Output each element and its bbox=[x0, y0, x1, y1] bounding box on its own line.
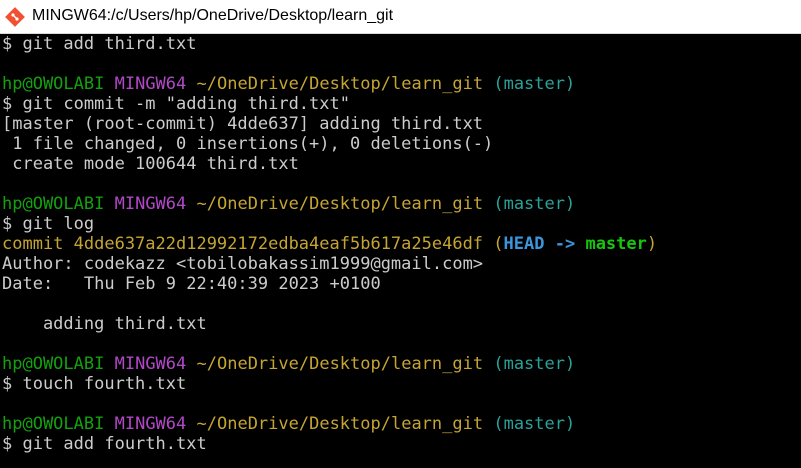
prompt-line: hp@OWOLABI MINGW64 ~/OneDrive/Desktop/le… bbox=[0, 354, 801, 374]
minimize-button[interactable] bbox=[771, 0, 801, 30]
window-title: MINGW64:/c/Users/hp/OneDrive/Desktop/lea… bbox=[32, 7, 394, 24]
terminal-line: adding third.txt bbox=[0, 314, 801, 334]
prompt-path: ~/OneDrive/Desktop/learn_git bbox=[196, 194, 484, 214]
prompt-system: MINGW64 bbox=[114, 194, 187, 214]
author-text: Author: codekazz <tobilobakassim1999@gma… bbox=[2, 254, 484, 274]
branch-ref: master bbox=[585, 234, 647, 254]
prompt-branch: (master) bbox=[493, 194, 576, 214]
terminal-line: commit 4dde637a22d12992172edba4eaf5b617a… bbox=[0, 234, 801, 254]
prompt-line: hp@OWOLABI MINGW64 ~/OneDrive/Desktop/le… bbox=[0, 194, 801, 214]
prompt-path: ~/OneDrive/Desktop/learn_git bbox=[196, 414, 484, 434]
prompt-line: hp@OWOLABI MINGW64 ~/OneDrive/Desktop/le… bbox=[0, 414, 801, 434]
commit-message: adding third.txt bbox=[2, 314, 207, 334]
commit-hash: commit 4dde637a22d12992172edba4eaf5b617a… bbox=[2, 234, 484, 254]
terminal-line: $ git commit -m "adding third.txt" bbox=[0, 94, 801, 114]
command-text: $ git log bbox=[2, 214, 95, 234]
terminal-line: Author: codekazz <tobilobakassim1999@gma… bbox=[0, 254, 801, 274]
terminal-line: create mode 100644 third.txt bbox=[0, 154, 801, 174]
prompt-branch: (master) bbox=[493, 414, 576, 434]
prompt-branch: (master) bbox=[493, 74, 576, 94]
output-text: create mode 100644 third.txt bbox=[2, 154, 299, 174]
prompt-system: MINGW64 bbox=[114, 354, 187, 374]
terminal-line: [master (root-commit) 4dde637] adding th… bbox=[0, 114, 801, 134]
date-text: Date: Thu Feb 9 22:40:39 2023 +0100 bbox=[2, 274, 381, 294]
terminal-output[interactable]: $ git add third.txt hp@OWOLABI MINGW64 ~… bbox=[0, 34, 801, 468]
ref-open: ( bbox=[493, 234, 504, 254]
terminal-line: Date: Thu Feb 9 22:40:39 2023 +0100 bbox=[0, 274, 801, 294]
prompt-user-host: hp@OWOLABI bbox=[2, 74, 105, 94]
prompt-branch: (master) bbox=[493, 354, 576, 374]
git-bash-icon bbox=[5, 7, 25, 27]
terminal-line: $ git log bbox=[0, 214, 801, 234]
prompt-user-host: hp@OWOLABI bbox=[2, 194, 105, 214]
prompt-system: MINGW64 bbox=[114, 414, 187, 434]
prompt-line: hp@OWOLABI MINGW64 ~/OneDrive/Desktop/le… bbox=[0, 74, 801, 94]
ref-close: ) bbox=[646, 234, 658, 254]
command-text: $ touch fourth.txt bbox=[2, 374, 187, 394]
terminal-line: $ git add fourth.txt bbox=[0, 434, 801, 454]
output-text: 1 file changed, 0 insertions(+), 0 delet… bbox=[2, 134, 494, 154]
prompt-user-host: hp@OWOLABI bbox=[2, 354, 105, 374]
output-text: [master (root-commit) 4dde637] adding th… bbox=[2, 114, 484, 134]
prompt-path: ~/OneDrive/Desktop/learn_git bbox=[196, 74, 484, 94]
terminal-line: $ touch fourth.txt bbox=[0, 374, 801, 394]
prompt-path: ~/OneDrive/Desktop/learn_git bbox=[196, 354, 484, 374]
prompt-system: MINGW64 bbox=[114, 74, 187, 94]
prompt-user-host: hp@OWOLABI bbox=[2, 414, 105, 434]
command-text: $ git add third.txt bbox=[2, 34, 197, 54]
command-text: $ git commit -m "adding third.txt" bbox=[2, 94, 350, 114]
window-titlebar[interactable]: MINGW64:/c/Users/hp/OneDrive/Desktop/lea… bbox=[0, 0, 801, 34]
terminal-line: 1 file changed, 0 insertions(+), 0 delet… bbox=[0, 134, 801, 154]
head-ref: HEAD -> bbox=[503, 234, 576, 254]
window-controls bbox=[771, 0, 801, 34]
terminal-line: $ git add third.txt bbox=[0, 34, 801, 54]
command-text: $ git add fourth.txt bbox=[2, 434, 207, 454]
